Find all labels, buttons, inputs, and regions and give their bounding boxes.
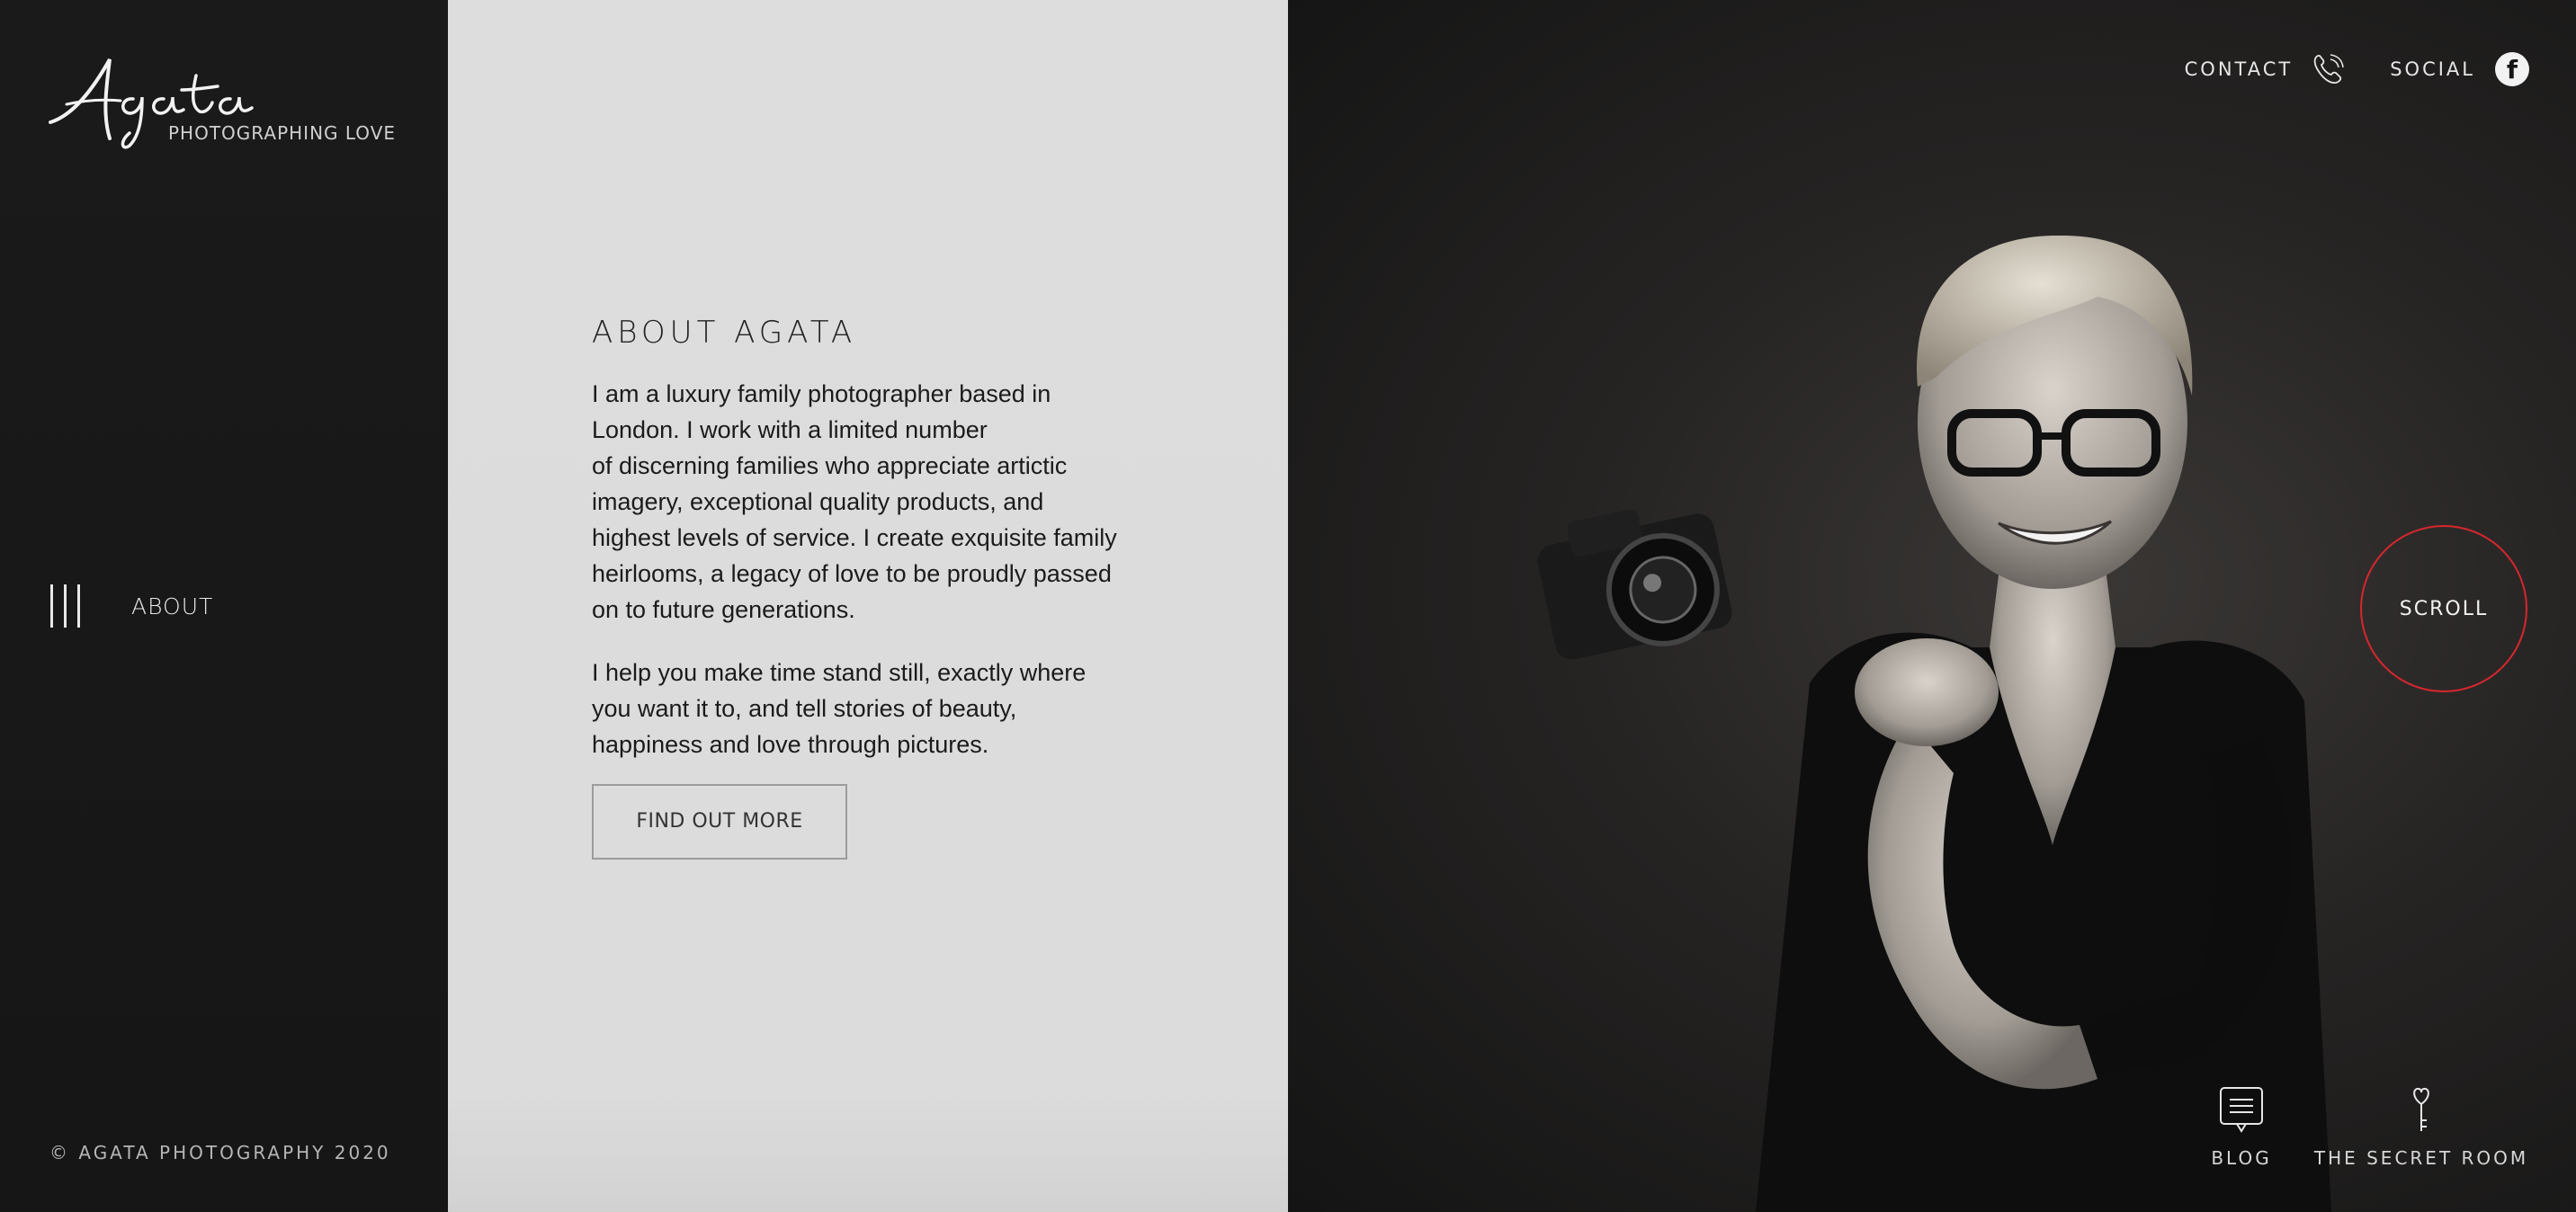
logo[interactable]: PHOTOGRAPHING LOVE — [47, 52, 395, 160]
top-navigation: CONTACT SOCIAL f — [2185, 52, 2529, 86]
blog-link[interactable]: BLOG — [2211, 1086, 2272, 1169]
blog-label: BLOG — [2211, 1147, 2272, 1169]
menu-label: ABOUT — [131, 593, 214, 619]
secret-room-label: THE SECRET ROOM — [2313, 1147, 2529, 1169]
logo-tagline: PHOTOGRAPHING LOVE — [168, 122, 397, 144]
find-out-more-button[interactable]: FIND OUT MORE — [592, 784, 847, 860]
contact-label: CONTACT — [2184, 58, 2294, 80]
heart-key-icon — [2413, 1087, 2429, 1131]
sidebar: PHOTOGRAPHING LOVE ABOUT © AGATA PHOTOGR… — [0, 0, 448, 1212]
about-panel: ABOUT AGATA I am a luxury family photogr… — [448, 0, 1288, 1212]
about-content: ABOUT AGATA I am a luxury family photogr… — [592, 315, 1149, 860]
about-heading: ABOUT AGATA — [592, 315, 857, 351]
logo-script-mark — [49, 58, 254, 149]
social-label: SOCIAL — [2390, 58, 2475, 80]
scroll-label: SCROLL — [2399, 597, 2489, 620]
scroll-button[interactable]: SCROLL — [2360, 525, 2527, 692]
menu-toggle[interactable]: ABOUT — [50, 584, 213, 628]
facebook-icon[interactable]: f — [2495, 52, 2529, 86]
phone-icon — [2313, 54, 2345, 84]
copyright: © AGATA PHOTOGRAPHY 2020 — [49, 1142, 391, 1163]
about-paragraph-2: I help you make time stand still, exactl… — [592, 659, 1087, 758]
menu-bars-icon — [50, 584, 81, 628]
speech-bubble-icon — [2220, 1087, 2263, 1133]
hero-photo: CONTACT SOCIAL f SCROLL BLOG THE SECRET … — [1288, 0, 2576, 1212]
secret-room-link[interactable]: THE SECRET ROOM — [2314, 1086, 2526, 1169]
contact-link[interactable]: CONTACT — [2185, 52, 2346, 86]
about-paragraph-1: I am a luxury family photographer based … — [592, 380, 1117, 623]
social-link[interactable]: SOCIAL f — [2390, 52, 2529, 86]
